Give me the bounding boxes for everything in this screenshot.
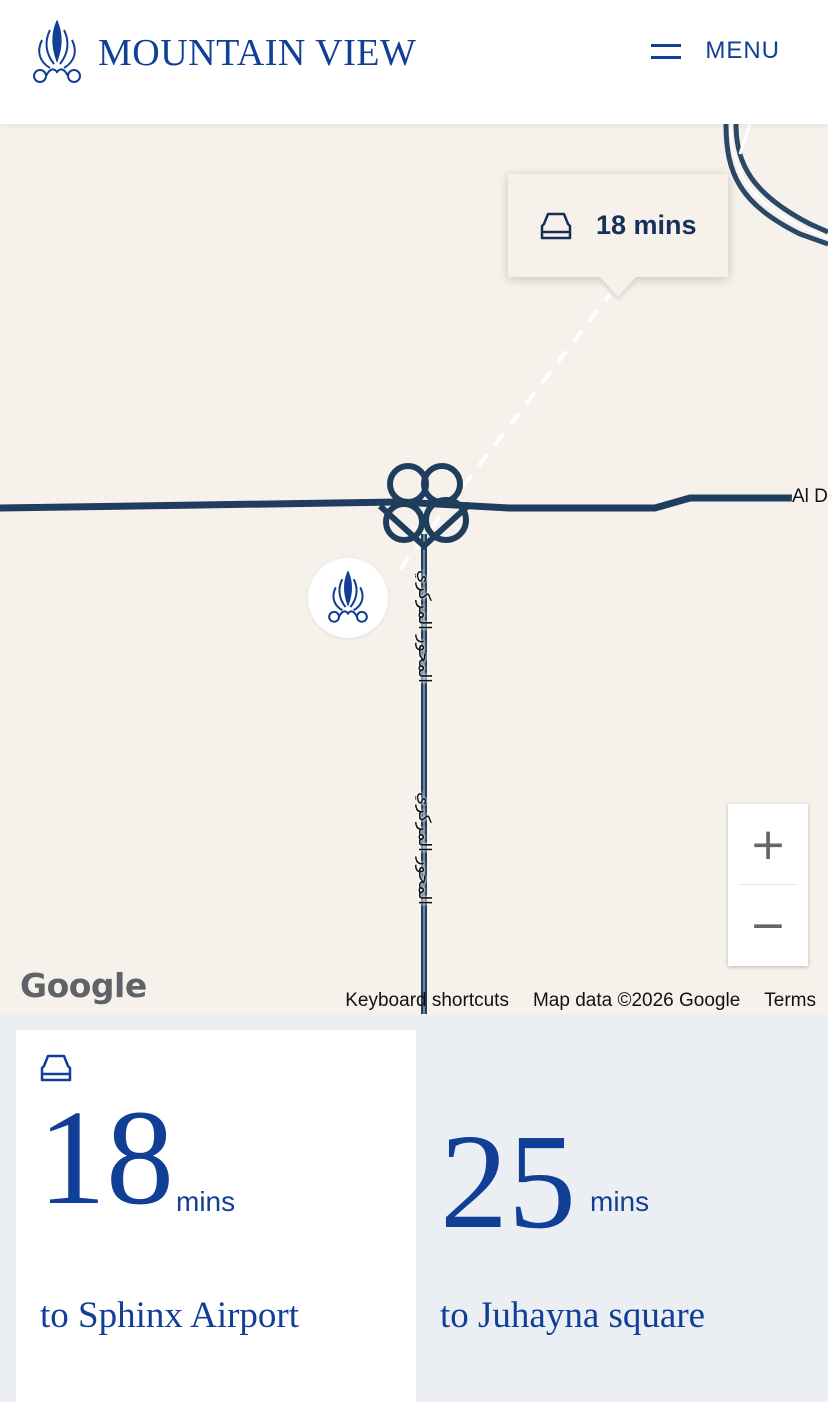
stat-value: 25	[440, 1107, 576, 1257]
brand-name: MOUNTAIN VIEW	[98, 32, 417, 74]
keyboard-shortcuts-link[interactable]: Keyboard shortcuts	[345, 990, 509, 1012]
stat-unit: mins	[590, 1186, 650, 1217]
road-label-east: Al D	[792, 486, 828, 507]
zoom-in-button[interactable]: +	[728, 804, 808, 885]
stat-value: 18	[38, 1083, 174, 1233]
zoom-controls: + −	[728, 804, 808, 966]
stat-card[interactable]: 18 mins to Sphinx Airport	[16, 1030, 416, 1402]
menu-label: MENU	[705, 37, 780, 64]
car-icon	[540, 212, 572, 239]
menu-button[interactable]: MENU	[651, 36, 780, 66]
stat-destination: to Sphinx Airport	[40, 1295, 300, 1336]
brand-logo[interactable]: MOUNTAIN VIEW	[30, 20, 416, 86]
lotus-logo-icon	[33, 20, 81, 83]
zoom-divider	[738, 884, 798, 885]
terms-link[interactable]: Terms	[764, 990, 816, 1012]
stat-unit: mins	[176, 1186, 236, 1217]
route-dashed-line	[398, 292, 612, 571]
route-time: 18 mins	[596, 210, 697, 240]
road-label: المحور المركزي	[414, 570, 434, 683]
zoom-out-button[interactable]: −	[728, 885, 808, 966]
car-icon	[40, 1054, 72, 1082]
lotus-logo-icon	[328, 571, 368, 623]
site-header: MOUNTAIN VIEW MENU	[0, 0, 828, 124]
map-data-attribution: Map data ©2026 Google	[532, 990, 741, 1011]
map-footer: Keyboard shortcuts Map data ©2026 Google…	[345, 990, 816, 1012]
google-logo: Google	[20, 966, 147, 1005]
mountain-view-marker[interactable]	[308, 558, 388, 638]
stat-card[interactable]: 25 mins to Juhayna square	[416, 1030, 828, 1402]
stat-destination: to Juhayna square	[440, 1295, 706, 1336]
hamburger-icon	[651, 42, 682, 60]
route-time-bubble[interactable]: 18 mins	[508, 174, 728, 277]
map-view[interactable]: 18 mins المحور المركزي المحور المركزي Al…	[0, 124, 828, 1014]
travel-time-stats: 18 mins to Sphinx Airport 25 mins to Juh…	[0, 1014, 828, 1402]
road-label: المحور المركزي	[414, 792, 434, 905]
